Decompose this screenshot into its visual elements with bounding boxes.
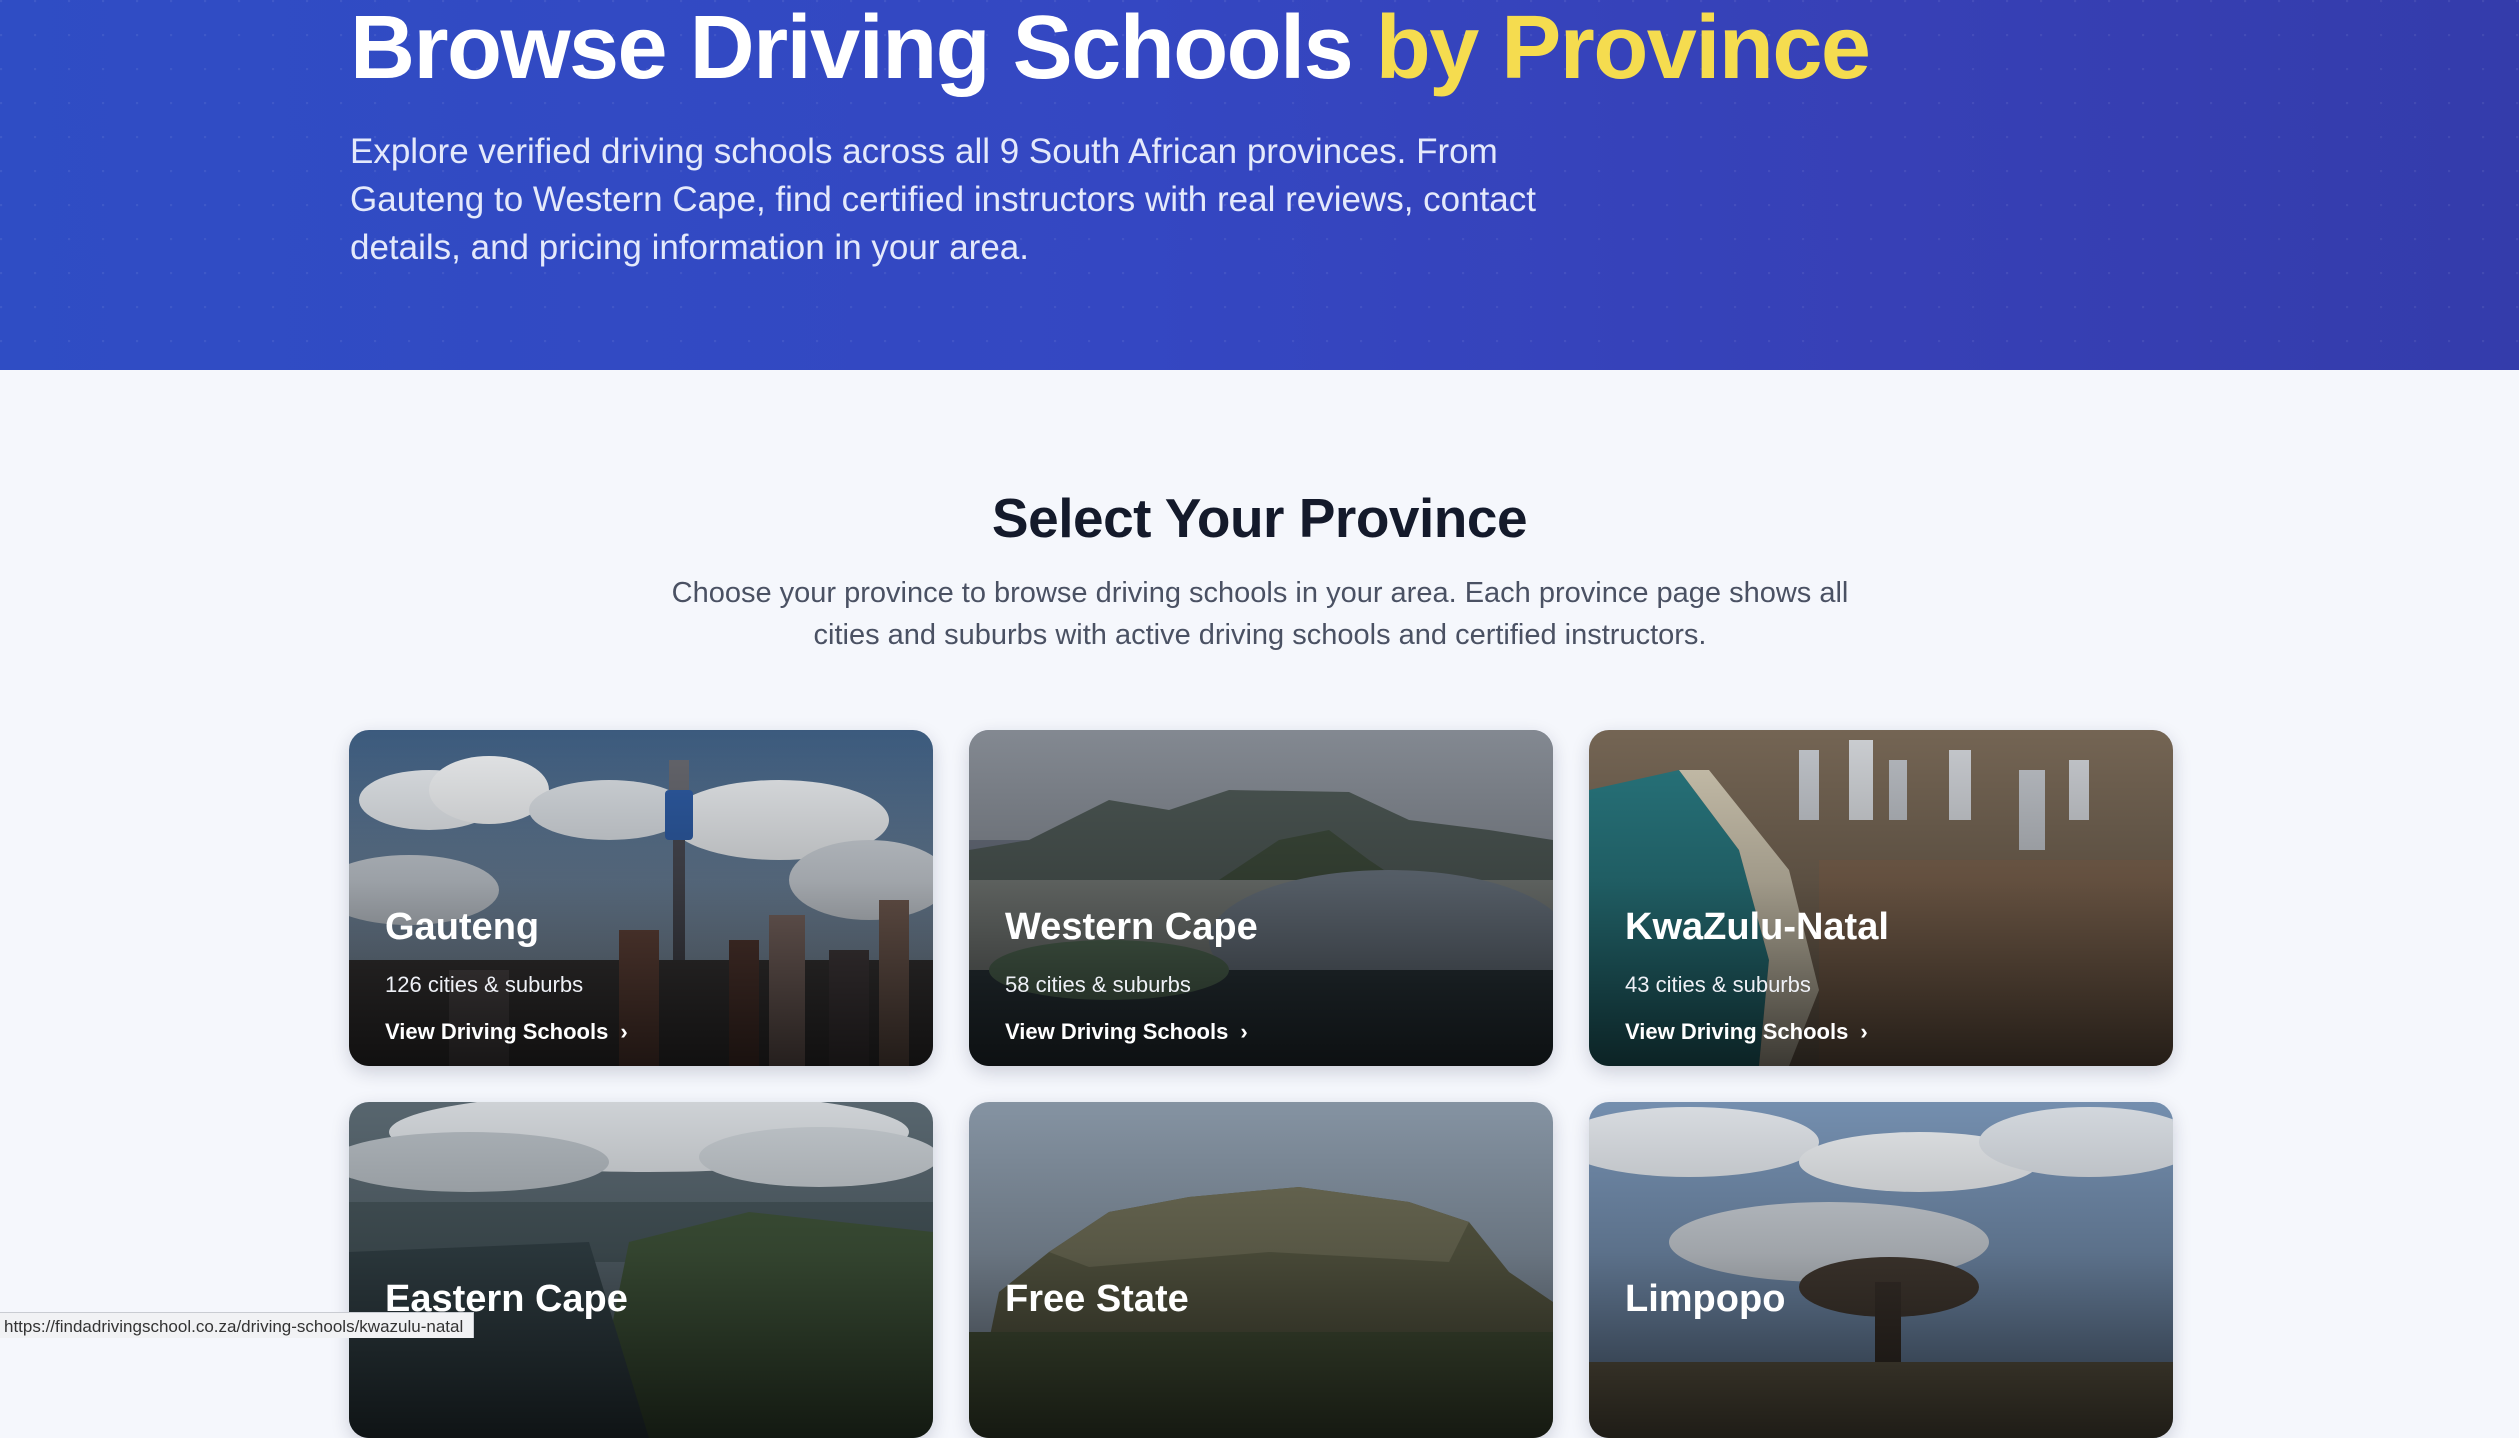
view-schools-label: View Driving Schools <box>385 1019 608 1044</box>
province-card-limpopo[interactable]: Limpopo <box>1589 1102 2173 1438</box>
browser-status-url: https://findadrivingschool.co.za/driving… <box>0 1312 474 1338</box>
province-name: KwaZulu-Natal <box>1625 906 1889 949</box>
province-card-free-state[interactable]: Free State <box>969 1102 1553 1438</box>
card-overlay <box>1589 1102 2173 1438</box>
card-overlay <box>349 730 933 1066</box>
province-name: Western Cape <box>1005 906 1258 949</box>
province-name: Free State <box>1005 1278 1189 1321</box>
hero-title: Browse Driving Schools by Province <box>350 0 1869 96</box>
province-card-kwazulu-natal[interactable]: KwaZulu-Natal 43 cities & suburbs View D… <box>1589 730 2173 1066</box>
section-title: Select Your Province <box>0 486 2519 550</box>
province-card-eastern-cape[interactable]: Eastern Cape <box>349 1102 933 1438</box>
hero-description: Explore verified driving schools across … <box>350 128 1550 272</box>
hero-title-main: Browse Driving Schools <box>350 0 1376 98</box>
chevron-right-icon: › <box>1860 1019 1867 1045</box>
view-schools-link[interactable]: View Driving Schools › <box>385 1019 628 1045</box>
province-card-gauteng[interactable]: Gauteng 126 cities & suburbs View Drivin… <box>349 730 933 1066</box>
view-schools-link[interactable]: View Driving Schools › <box>1625 1019 1868 1045</box>
card-overlay <box>969 1102 1553 1438</box>
view-schools-link[interactable]: View Driving Schools › <box>1005 1019 1248 1045</box>
view-schools-label: View Driving Schools <box>1005 1019 1228 1044</box>
card-overlay <box>349 1102 933 1438</box>
hero-section: Browse Driving Schools by Province Explo… <box>0 0 2519 370</box>
hero-title-accent: by Province <box>1376 0 1870 98</box>
chevron-right-icon: › <box>1240 1019 1247 1045</box>
province-name: Limpopo <box>1625 1278 1785 1321</box>
card-overlay <box>969 730 1553 1066</box>
province-count: 126 cities & suburbs <box>385 972 583 998</box>
province-name: Gauteng <box>385 906 539 949</box>
province-card-western-cape[interactable]: Western Cape 58 cities & suburbs View Dr… <box>969 730 1553 1066</box>
view-schools-label: View Driving Schools <box>1625 1019 1848 1044</box>
section-description: Choose your province to browse driving s… <box>660 572 1860 656</box>
province-count: 58 cities & suburbs <box>1005 972 1191 998</box>
province-count: 43 cities & suburbs <box>1625 972 1811 998</box>
card-overlay <box>1589 730 2173 1066</box>
chevron-right-icon: › <box>620 1019 627 1045</box>
